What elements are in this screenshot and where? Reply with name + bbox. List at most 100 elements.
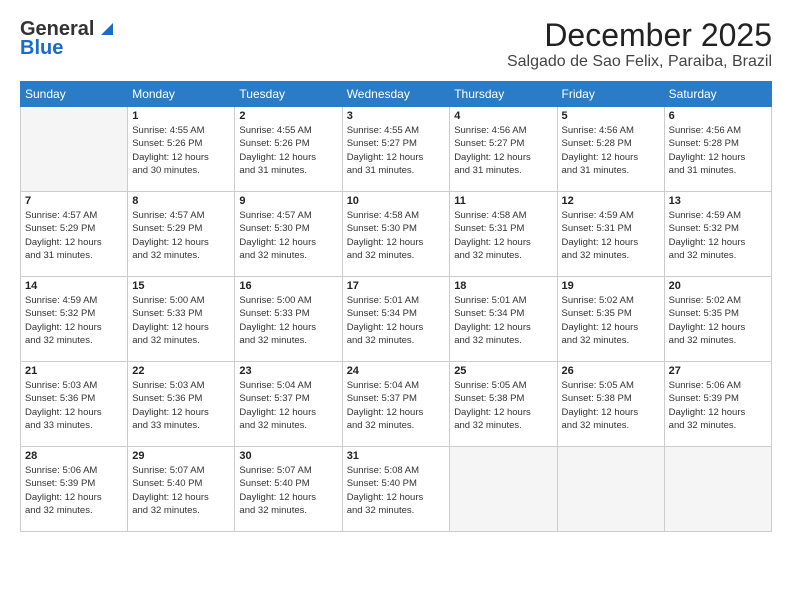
day-number: 19 [562,280,660,292]
day-number: 31 [347,450,446,462]
day-cell [557,447,664,532]
day-number: 4 [454,110,552,122]
day-cell: 2Sunrise: 4:55 AMSunset: 5:26 PMDaylight… [235,107,342,192]
day-info: Sunrise: 4:59 AMSunset: 5:32 PMDaylight:… [25,294,123,347]
day-number: 27 [669,365,767,377]
day-info: Sunrise: 4:56 AMSunset: 5:28 PMDaylight:… [562,124,660,177]
day-info: Sunrise: 5:02 AMSunset: 5:35 PMDaylight:… [562,294,660,347]
day-cell: 28 Sunrise: 5:06 AMSunset: 5:39 PMDayligh… [21,447,128,532]
day-info: Sunrise: 5:06 AMSunset: 5:39 PMDaylight:… [25,464,123,517]
day-info: Sunrise: 4:56 AMSunset: 5:27 PMDaylight:… [454,124,552,177]
day-cell: 9 Sunrise: 4:57 AMSunset: 5:30 PMDaylight… [235,192,342,277]
week-row-4: 28 Sunrise: 5:06 AMSunset: 5:39 PMDayligh… [21,447,772,532]
day-cell [21,107,128,192]
week-row-2: 14Sunrise: 4:59 AMSunset: 5:32 PMDayligh… [21,277,772,362]
header-row: Sunday Monday Tuesday Wednesday Thursday… [21,82,772,107]
day-info: Sunrise: 4:59 AMSunset: 5:31 PMDaylight:… [562,209,660,262]
logo: General Blue [20,18,113,60]
day-number: 18 [454,280,552,292]
day-cell [664,447,771,532]
day-info: Sunrise: 5:03 AMSunset: 5:36 PMDaylight:… [25,379,123,432]
logo-icon [95,19,113,37]
day-info: Sunrise: 5:04 AMSunset: 5:37 PMDaylight:… [347,379,446,432]
day-info: Sunrise: 4:57 AMSunset: 5:29 PMDaylight:… [25,209,123,262]
day-cell: 14Sunrise: 4:59 AMSunset: 5:32 PMDayligh… [21,277,128,362]
day-number: 1 [132,110,230,122]
day-number: 12 [562,195,660,207]
day-cell: 7 Sunrise: 4:57 AMSunset: 5:29 PMDaylight… [21,192,128,277]
day-info: Sunrise: 5:07 AMSunset: 5:40 PMDaylight:… [132,464,230,517]
day-cell: 4 Sunrise: 4:56 AMSunset: 5:27 PMDaylight… [450,107,557,192]
day-cell: 1 Sunrise: 4:55 AMSunset: 5:26 PMDaylight… [128,107,235,192]
calendar-table: Sunday Monday Tuesday Wednesday Thursday… [20,81,772,532]
day-number: 6 [669,110,767,122]
day-cell: 6 Sunrise: 4:56 AMSunset: 5:28 PMDaylight… [664,107,771,192]
day-info: Sunrise: 5:02 AMSunset: 5:35 PMDaylight:… [669,294,767,347]
day-info: Sunrise: 5:01 AMSunset: 5:34 PMDaylight:… [454,294,552,347]
col-monday: Monday [128,82,235,107]
day-cell: 22 Sunrise: 5:03 AMSunset: 5:36 PMDayligh… [128,362,235,447]
day-cell: 25 Sunrise: 5:05 AMSunset: 5:38 PMDayligh… [450,362,557,447]
day-info: Sunrise: 5:04 AMSunset: 5:37 PMDaylight:… [239,379,337,432]
col-saturday: Saturday [664,82,771,107]
week-row-1: 7 Sunrise: 4:57 AMSunset: 5:29 PMDaylight… [21,192,772,277]
day-info: Sunrise: 4:55 AMSunset: 5:26 PMDaylight:… [239,124,337,177]
col-wednesday: Wednesday [342,82,450,107]
day-info: Sunrise: 5:08 AMSunset: 5:40 PMDaylight:… [347,464,446,517]
day-number: 28 [25,450,123,462]
day-number: 10 [347,195,446,207]
day-info: Sunrise: 4:57 AMSunset: 5:30 PMDaylight:… [239,209,337,262]
day-number: 9 [239,195,337,207]
title-block: December 2025 Salgado de Sao Felix, Para… [507,18,772,71]
day-number: 23 [239,365,337,377]
day-info: Sunrise: 4:59 AMSunset: 5:32 PMDaylight:… [669,209,767,262]
day-cell: 20 Sunrise: 5:02 AMSunset: 5:35 PMDayligh… [664,277,771,362]
day-cell: 21 Sunrise: 5:03 AMSunset: 5:36 PMDayligh… [21,362,128,447]
day-cell: 5 Sunrise: 4:56 AMSunset: 5:28 PMDaylight… [557,107,664,192]
day-cell: 24Sunrise: 5:04 AMSunset: 5:37 PMDayligh… [342,362,450,447]
day-info: Sunrise: 5:00 AMSunset: 5:33 PMDaylight:… [132,294,230,347]
day-cell: 11 Sunrise: 4:58 AMSunset: 5:31 PMDayligh… [450,192,557,277]
day-info: Sunrise: 5:03 AMSunset: 5:36 PMDaylight:… [132,379,230,432]
day-cell: 29 Sunrise: 5:07 AMSunset: 5:40 PMDayligh… [128,447,235,532]
calendar-title: December 2025 [507,18,772,53]
day-info: Sunrise: 4:57 AMSunset: 5:29 PMDaylight:… [132,209,230,262]
day-number: 30 [239,450,337,462]
day-number: 25 [454,365,552,377]
day-info: Sunrise: 5:00 AMSunset: 5:33 PMDaylight:… [239,294,337,347]
day-number: 26 [562,365,660,377]
day-number: 13 [669,195,767,207]
week-row-0: 1 Sunrise: 4:55 AMSunset: 5:26 PMDaylight… [21,107,772,192]
col-tuesday: Tuesday [235,82,342,107]
day-cell: 30Sunrise: 5:07 AMSunset: 5:40 PMDayligh… [235,447,342,532]
day-cell: 13 Sunrise: 4:59 AMSunset: 5:32 PMDayligh… [664,192,771,277]
day-number: 17 [347,280,446,292]
header: General Blue December 2025 Salgado de Sa… [20,18,772,71]
day-info: Sunrise: 4:55 AMSunset: 5:26 PMDaylight:… [132,124,230,177]
page: General Blue December 2025 Salgado de Sa… [0,0,792,612]
logo-blue: Blue [20,37,63,60]
day-cell: 8Sunrise: 4:57 AMSunset: 5:29 PMDaylight… [128,192,235,277]
day-info: Sunrise: 5:01 AMSunset: 5:34 PMDaylight:… [347,294,446,347]
day-number: 29 [132,450,230,462]
calendar-subtitle: Salgado de Sao Felix, Paraiba, Brazil [507,53,772,71]
day-number: 7 [25,195,123,207]
day-cell: 26Sunrise: 5:05 AMSunset: 5:38 PMDayligh… [557,362,664,447]
day-number: 20 [669,280,767,292]
day-cell: 15Sunrise: 5:00 AMSunset: 5:33 PMDayligh… [128,277,235,362]
day-cell: 19 Sunrise: 5:02 AMSunset: 5:35 PMDayligh… [557,277,664,362]
day-number: 11 [454,195,552,207]
day-info: Sunrise: 4:55 AMSunset: 5:27 PMDaylight:… [347,124,446,177]
week-row-3: 21 Sunrise: 5:03 AMSunset: 5:36 PMDayligh… [21,362,772,447]
day-cell [450,447,557,532]
day-info: Sunrise: 5:05 AMSunset: 5:38 PMDaylight:… [454,379,552,432]
col-thursday: Thursday [450,82,557,107]
day-number: 21 [25,365,123,377]
day-number: 5 [562,110,660,122]
day-info: Sunrise: 4:56 AMSunset: 5:28 PMDaylight:… [669,124,767,177]
day-cell: 23 Sunrise: 5:04 AMSunset: 5:37 PMDayligh… [235,362,342,447]
col-friday: Friday [557,82,664,107]
day-info: Sunrise: 4:58 AMSunset: 5:31 PMDaylight:… [454,209,552,262]
day-number: 22 [132,365,230,377]
day-cell: 12 Sunrise: 4:59 AMSunset: 5:31 PMDayligh… [557,192,664,277]
